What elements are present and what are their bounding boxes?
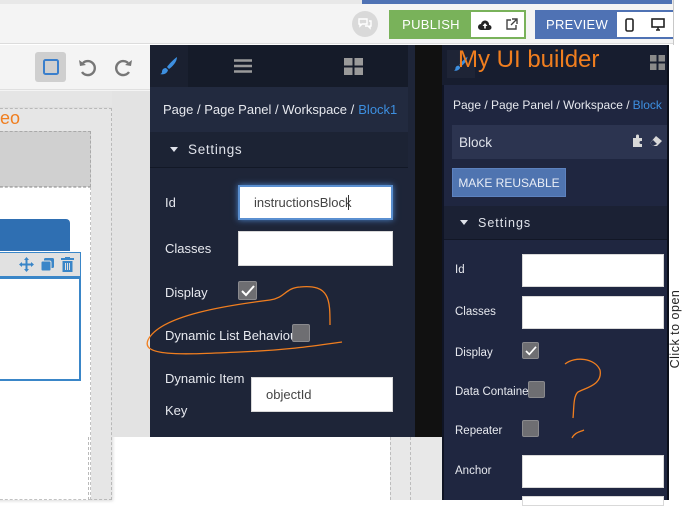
grid-icon [343, 57, 363, 75]
repeater-label: Repeater [455, 425, 503, 437]
undo-icon [77, 57, 97, 77]
blue-block[interactable] [0, 219, 70, 251]
checkmark-icon [524, 345, 537, 356]
dynamic-list-checkbox[interactable] [292, 324, 310, 342]
frame-guide [88, 437, 89, 500]
dynamic-item-key-label-1: Dynamic Item [165, 371, 245, 386]
anchor-input[interactable] [522, 455, 664, 488]
square-select-icon [42, 58, 60, 76]
page-title-fragment: eo [0, 108, 21, 128]
checkmark-icon [240, 284, 255, 297]
panel-tabs [150, 45, 408, 87]
id-label: Id [165, 195, 176, 210]
repeater-checkbox[interactable] [522, 420, 539, 437]
frame-guide [410, 437, 411, 500]
data-container-label: Data Container [455, 386, 533, 398]
block-toolbar [0, 252, 81, 277]
copy-icon[interactable] [40, 257, 55, 272]
breadcrumb-path[interactable]: Page / Page Panel / Workspace / [453, 98, 630, 112]
settings-section-toggle[interactable]: Settings [150, 132, 408, 168]
block-name-bar: Block [452, 125, 667, 159]
caret-down-icon [170, 147, 178, 152]
dynamic-item-key-input[interactable]: objectId [251, 377, 393, 412]
id-input[interactable]: instructionsBlock [238, 185, 393, 220]
paintbrush-icon [159, 56, 179, 76]
display-checkbox[interactable] [238, 281, 257, 300]
publish-group: PUBLISH [389, 10, 526, 39]
canvas-gutter [112, 91, 150, 437]
frame-guide [390, 437, 391, 500]
settings-title: Settings [188, 142, 243, 157]
redo-button[interactable] [112, 54, 136, 80]
next-input[interactable] [522, 496, 664, 506]
make-reusable-button[interactable]: MAKE REUSABLE [452, 168, 566, 197]
desktop-icon[interactable] [650, 18, 665, 31]
eraser-icon[interactable] [649, 134, 663, 148]
dynamic-list-label: Dynamic List Behaviour [165, 328, 302, 343]
settings-section-toggle-secondary[interactable]: Settings [444, 206, 667, 240]
breadcrumb-path[interactable]: Page / Page Panel / Workspace / [163, 102, 354, 117]
header-block[interactable] [0, 131, 91, 187]
breadcrumb-current: Block1 [358, 102, 398, 117]
preview-group: PREVIEW [535, 10, 675, 39]
settings-title: Settings [478, 215, 532, 230]
breadcrumb-secondary: Page / Page Panel / Workspace / Block [444, 85, 667, 125]
anchor-label: Anchor [455, 465, 492, 477]
undo-button[interactable] [75, 54, 99, 80]
tab-style[interactable] [150, 45, 188, 87]
breadcrumb-current: Block [632, 98, 662, 112]
block-name: Block [459, 134, 493, 150]
caret-down-icon [460, 220, 468, 225]
mobile-icon[interactable] [625, 17, 635, 32]
display-label: Display [165, 285, 208, 300]
chat-button[interactable] [352, 11, 378, 37]
display-label: Display [455, 347, 493, 359]
classes-input[interactable] [522, 296, 664, 329]
classes-input[interactable] [238, 231, 393, 266]
puzzle-icon[interactable] [631, 134, 645, 148]
tab-layers[interactable] [188, 45, 298, 87]
display-checkbox[interactable] [522, 342, 539, 359]
annotation-title: My UI builder [458, 46, 600, 73]
id-input[interactable] [522, 254, 664, 287]
window-edge [673, 0, 687, 45]
trash-icon[interactable] [61, 257, 74, 272]
hamburger-menu-icon [234, 59, 252, 73]
external-link-icon[interactable] [505, 18, 518, 31]
classes-label: Classes [455, 306, 496, 318]
redo-icon [114, 57, 134, 77]
panel-edge [415, 45, 442, 437]
preview-button[interactable]: PREVIEW [537, 12, 617, 37]
selected-block[interactable] [0, 277, 81, 381]
text-cursor [348, 195, 349, 210]
select-tool-button[interactable] [35, 52, 66, 82]
data-container-checkbox[interactable] [528, 381, 545, 398]
click-to-open-label[interactable]: Click to open [668, 254, 682, 404]
breadcrumb: Page / Page Panel / Workspace / Block1 [150, 87, 408, 132]
id-label: Id [455, 264, 465, 276]
chat-bubbles-icon [357, 17, 373, 31]
canvas-gutter-bottom [390, 437, 442, 500]
publish-button[interactable]: PUBLISH [391, 12, 471, 37]
grid-icon[interactable] [650, 55, 665, 70]
cloud-upload-icon[interactable] [477, 19, 492, 31]
tab-blocks[interactable] [298, 45, 408, 87]
dynamic-item-key-label-2: Key [165, 403, 188, 418]
classes-label: Classes [165, 241, 212, 256]
move-icon[interactable] [19, 257, 34, 272]
